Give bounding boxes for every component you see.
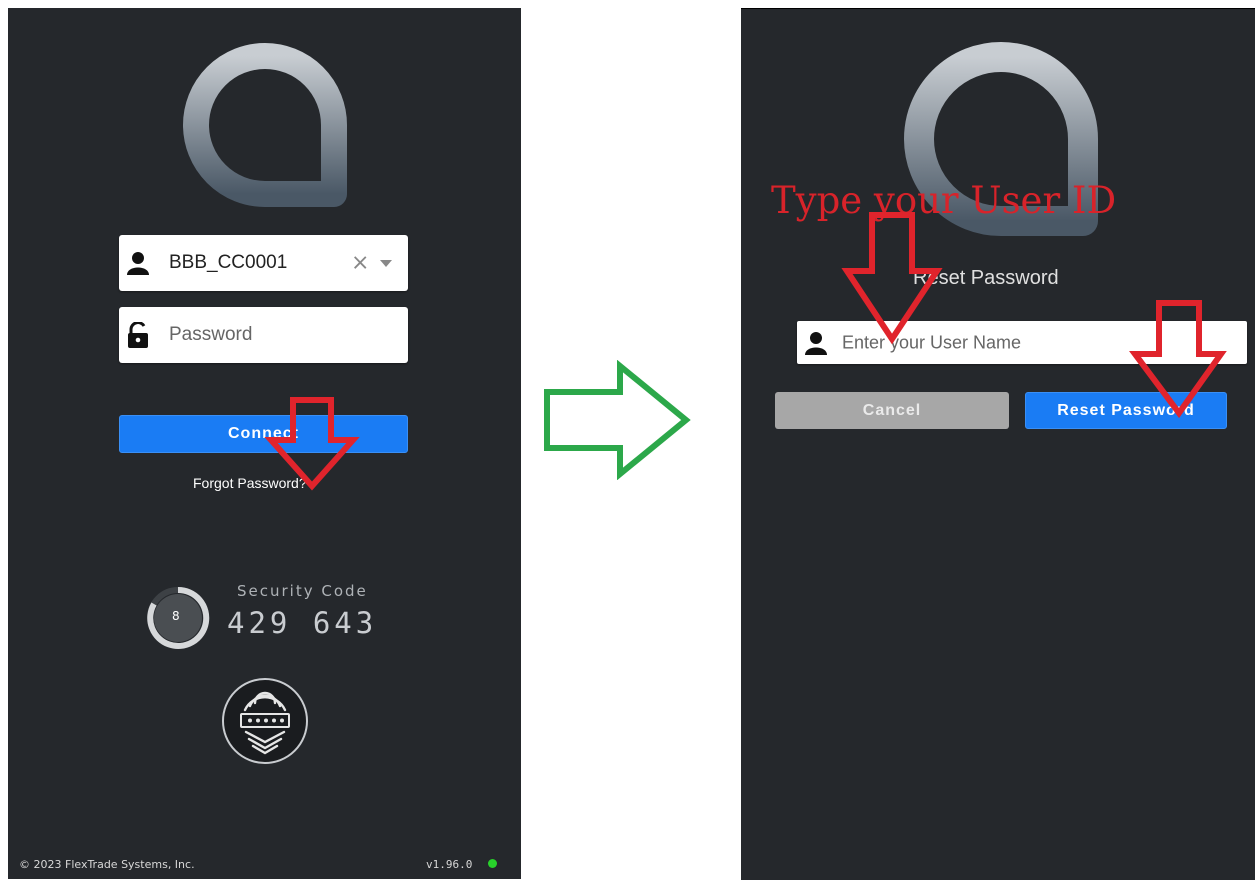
red-arrow-icon <box>264 397 360 491</box>
reset-password-screen: Reset Password Enter your User Name Canc… <box>741 8 1255 880</box>
green-arrow-icon <box>544 360 691 480</box>
red-arrow-icon <box>841 212 1227 419</box>
login-screen: BBB_CC0001 × Password Connect Forgot Pas… <box>8 8 521 879</box>
